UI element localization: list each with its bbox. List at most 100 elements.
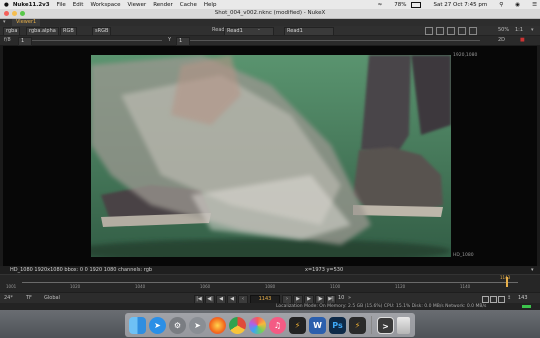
input-a-value: Read1	[227, 28, 243, 34]
proxy-dropdown[interactable]: 2D	[498, 37, 505, 44]
safari-icon[interactable]: ➤	[149, 316, 166, 334]
photos-icon[interactable]	[249, 316, 266, 334]
step-size-field[interactable]: 10	[338, 295, 344, 301]
input-b-value: Read1	[287, 28, 303, 34]
finder-icon[interactable]	[129, 316, 146, 334]
bookend-icon[interactable]	[482, 296, 489, 303]
gamma-slider[interactable]	[190, 40, 480, 41]
system-preferences-icon[interactable]: ⚙	[169, 316, 186, 334]
siri-icon[interactable]: ◉	[515, 2, 520, 8]
info-expand-icon[interactable]: ▾	[531, 266, 534, 274]
timeline-tick-5: 1080	[265, 284, 276, 289]
input-b-dropdown[interactable]: Read1	[284, 27, 334, 36]
viewer-settings-icon[interactable]: ▾	[531, 27, 534, 33]
menu-file[interactable]: File	[57, 2, 66, 8]
minimize-window-button[interactable]	[12, 11, 17, 16]
skip-forward-icon[interactable]: »	[348, 295, 351, 301]
notification-center-icon[interactable]: ☰	[532, 2, 537, 8]
end-frame-field[interactable]: 143	[518, 295, 528, 301]
launchpad-icon[interactable]: ➤	[189, 316, 206, 334]
gain-field[interactable]: 1	[18, 37, 32, 46]
menu-render[interactable]: Render	[153, 2, 173, 8]
search-icon[interactable]: ⚲	[499, 2, 503, 8]
photoshop-icon[interactable]: Ps	[329, 316, 346, 334]
firefox-icon[interactable]	[209, 316, 226, 334]
channels-dropdown[interactable]: rgba	[3, 27, 21, 36]
timeline-track[interactable]	[22, 282, 518, 283]
battery-label[interactable]: 78%	[394, 2, 406, 8]
menu-edit[interactable]: Edit	[73, 2, 84, 8]
close-window-button[interactable]	[4, 11, 9, 16]
input-a-dropdown[interactable]: Read1	[224, 27, 274, 36]
display-channel-dropdown[interactable]: RGB	[60, 27, 77, 36]
clock[interactable]: Sat 27 Oct 7:45 pm	[433, 2, 487, 8]
word-icon[interactable]: W	[309, 316, 326, 334]
region-icon[interactable]	[436, 27, 444, 35]
timeline-current-label: 1143	[500, 275, 511, 280]
chrome-icon[interactable]	[229, 316, 246, 334]
performance-stats-bar: Localization Mode: On Memory: 2.5 GB (15…	[0, 303, 540, 310]
format-label-bottom: HD_1080	[453, 253, 474, 258]
greenscreen-footage	[91, 55, 451, 257]
clip-warning-icon[interactable]	[447, 27, 455, 35]
nuke-icon-2[interactable]: ⚡	[349, 316, 366, 334]
desktop: ➤ ⚙ ➤ ♫ ⚡ W Ps ⚡ >	[0, 310, 540, 338]
alpha-channel-dropdown[interactable]: rgba.alpha	[26, 27, 59, 36]
menu-help[interactable]: Help	[204, 2, 217, 8]
in-point-icon[interactable]	[490, 296, 497, 303]
tab-bar: ▾ Viewer1	[0, 19, 540, 26]
pane-menu-icon[interactable]: ▾	[3, 19, 6, 26]
timeline-tick-1: 1001	[6, 284, 17, 289]
wifi-icon[interactable]: ≈	[378, 2, 383, 8]
gain-slider[interactable]	[32, 40, 162, 41]
timeline-tick-8: 1140	[460, 284, 471, 289]
gamma-label: Y	[168, 37, 172, 43]
overlay-icon[interactable]	[458, 27, 466, 35]
timeline-tick-2: 1020	[70, 284, 81, 289]
viewer-lut-dropdown[interactable]: sRGB	[92, 27, 112, 36]
app-menu[interactable]: Nuke11.2v3	[13, 2, 50, 8]
gain-label: f/8	[4, 37, 11, 43]
network-indicator	[522, 305, 531, 308]
fps-field[interactable]: 24*	[4, 295, 13, 302]
menu-workspace[interactable]: Workspace	[90, 2, 120, 8]
proxy-toggle-icon[interactable]: ■	[520, 37, 525, 43]
paint-icon[interactable]	[469, 27, 477, 35]
tab-viewer1[interactable]: Viewer1	[12, 19, 41, 26]
gamma-field[interactable]: 1	[176, 37, 190, 46]
timeline-tick-6: 1100	[330, 284, 341, 289]
image-info: HD_1080 1920x1080 bbox: 0 0 1920 1080 ch…	[10, 267, 153, 273]
menu-bar: ● Nuke11.2v3 File Edit Workspace Viewer …	[0, 0, 540, 9]
viewer-canvas[interactable]: 1920,1080 HD_1080	[3, 46, 537, 266]
input-separator: -	[258, 27, 260, 33]
skip-back-icon[interactable]: «	[330, 295, 333, 301]
timeline[interactable]: 1143 1001 1020 1040 1060 1080 1100 1120 …	[0, 274, 540, 293]
nuke-icon[interactable]: ⚡	[289, 316, 306, 334]
pixel-ratio-dropdown[interactable]: 1:1	[515, 27, 523, 34]
menu-cache[interactable]: Cache	[180, 2, 197, 8]
out-point-icon[interactable]	[498, 296, 505, 303]
export-icon[interactable]: ↥	[507, 295, 511, 301]
window-title: Shot_004_v002.nknc (modified) - NukeX	[214, 10, 326, 16]
menu-viewer[interactable]: Viewer	[128, 2, 147, 8]
zoom-dropdown[interactable]: 50%	[498, 27, 509, 34]
music-icon[interactable]: ♫	[269, 316, 286, 334]
roi-icon[interactable]	[425, 27, 433, 35]
viewer-info-bar: HD_1080 1920x1080 bbox: 0 0 1920 1080 ch…	[0, 266, 540, 274]
dock: ➤ ⚙ ➤ ♫ ⚡ W Ps ⚡ >	[125, 313, 415, 337]
apple-icon[interactable]: ●	[4, 2, 9, 8]
performance-stats: Localization Mode: On Memory: 2.5 GB (15…	[276, 304, 487, 309]
dock-separator	[371, 316, 372, 334]
viewer-image[interactable]	[91, 55, 451, 257]
battery-icon[interactable]	[411, 1, 422, 8]
maximize-window-button[interactable]	[20, 11, 25, 16]
trash-icon[interactable]	[397, 316, 410, 334]
timeline-tick-3: 1040	[135, 284, 146, 289]
timeline-tick-4: 1060	[200, 284, 211, 289]
window-title-bar: Shot_004_v002.nknc (modified) - NukeX	[0, 9, 540, 19]
cursor-coords: x=1973 y=530	[305, 267, 344, 273]
timecode-dropdown[interactable]: TF	[26, 295, 32, 302]
frame-range-dropdown[interactable]: Global	[44, 295, 60, 302]
viewer-toolbar: rgba rgba.alpha RGB sRGB Read1 Read1 - R…	[0, 26, 540, 36]
terminal-icon[interactable]: >	[377, 316, 394, 334]
